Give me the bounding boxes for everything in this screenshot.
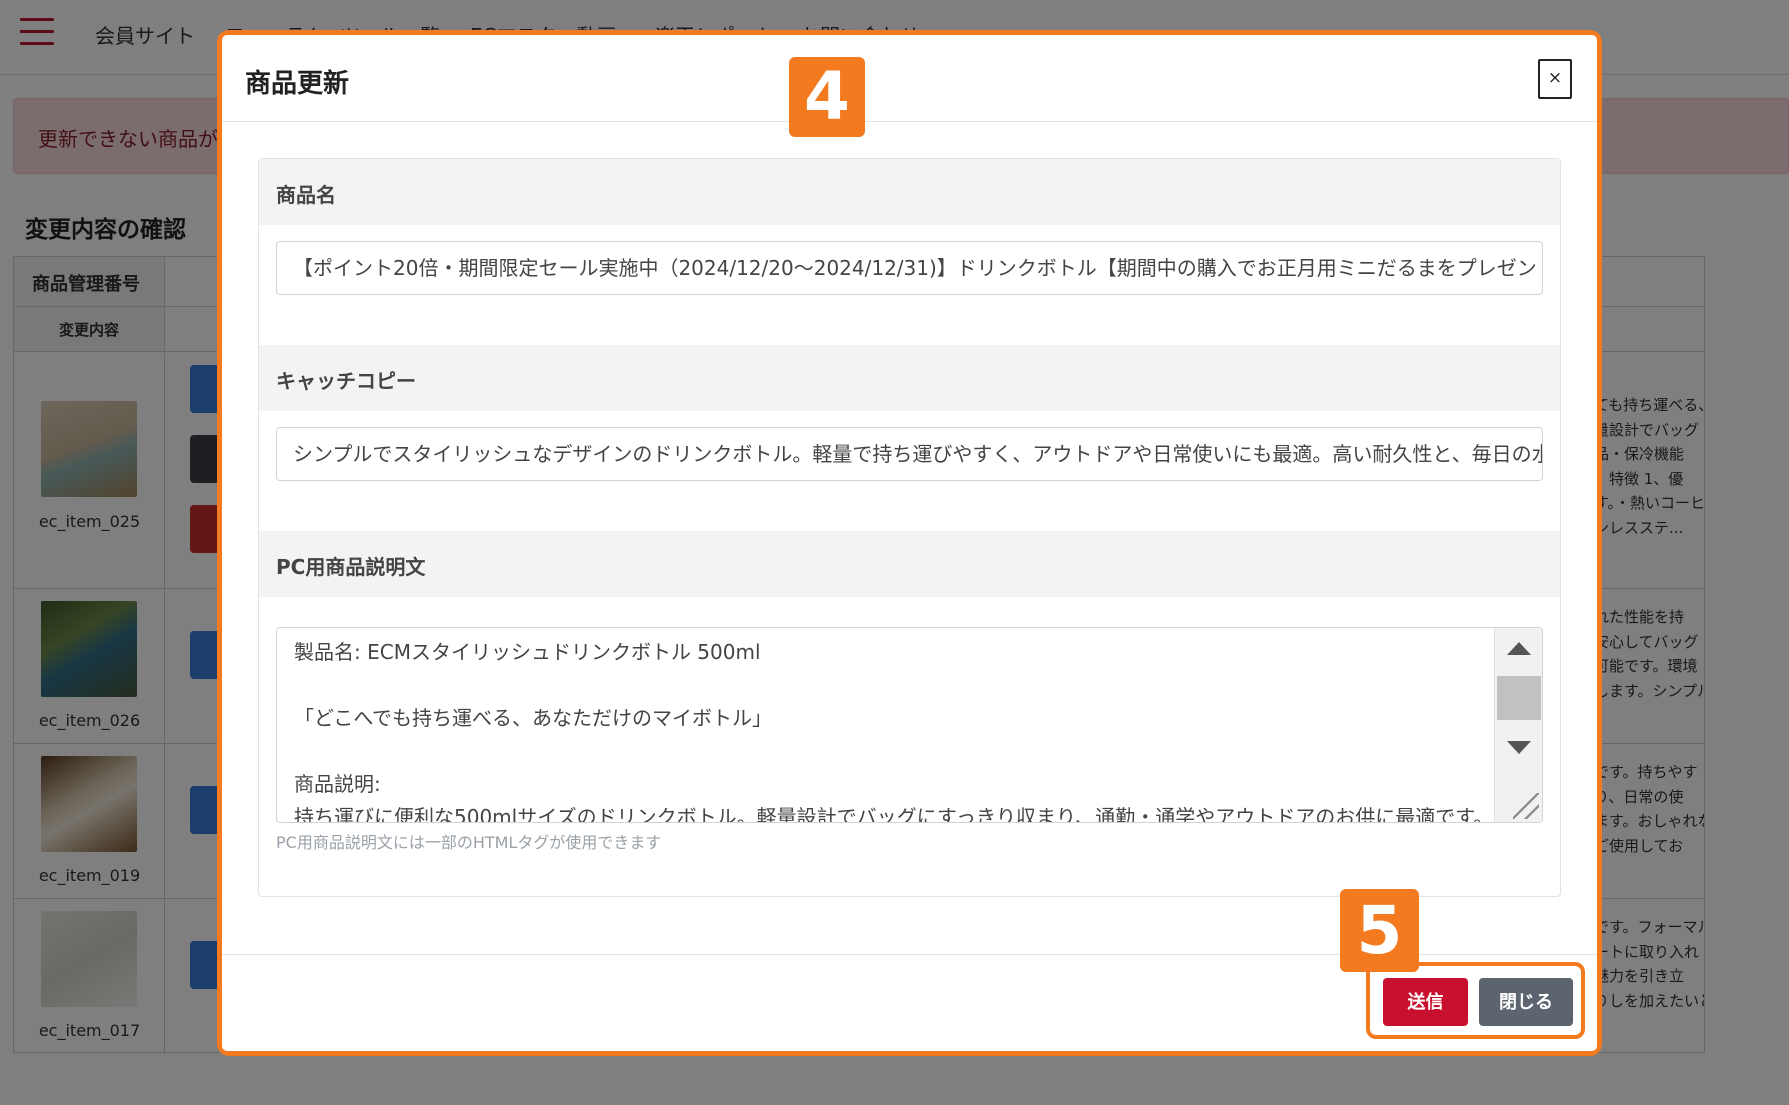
product-name-input[interactable]: 【ポイント20倍・期間限定セール実施中（2024/12/20～2024/12/3…	[276, 241, 1543, 295]
close-icon[interactable]: ×	[1538, 59, 1572, 99]
annotation-badge-4: 4	[789, 57, 865, 137]
scroll-down-icon[interactable]	[1507, 741, 1531, 754]
pc-description-help: PC用商品説明文には一部のHTMLタグが使用できます	[276, 833, 662, 852]
catch-copy-label: キャッチコピー	[276, 369, 416, 393]
scroll-up-icon[interactable]	[1507, 642, 1531, 655]
product-name-group: 商品名	[259, 159, 1560, 225]
pc-description-textarea[interactable]: 製品名: ECMスタイリッシュドリンクボトル 500ml 「どこへでも持ち運べる…	[276, 627, 1543, 823]
catch-copy-group: キャッチコピー	[259, 345, 1560, 411]
pc-description-text: 製品名: ECMスタイリッシュドリンクボトル 500ml 「どこへでも持ち運べる…	[294, 640, 1514, 823]
product-name-label: 商品名	[276, 183, 336, 207]
form-panel: 商品名 【ポイント20倍・期間限定セール実施中（2024/12/20～2024/…	[258, 158, 1561, 897]
pc-description-group: PC用商品説明文	[259, 531, 1560, 597]
close-button[interactable]: 閉じる	[1479, 978, 1573, 1026]
annotation-badge-5: 5	[1340, 889, 1419, 972]
scroll-thumb[interactable]	[1497, 676, 1541, 720]
modal-title: 商品更新	[245, 69, 350, 99]
modal-header: 商品更新 ×	[222, 35, 1597, 122]
pc-description-label: PC用商品説明文	[276, 555, 426, 579]
resize-handle-icon[interactable]	[1513, 793, 1539, 819]
catch-copy-input[interactable]: シンプルでスタイリッシュなデザインのドリンクボトル。軽量で持ち運びやすく、アウト…	[276, 427, 1543, 481]
send-button[interactable]: 送信	[1383, 978, 1468, 1026]
